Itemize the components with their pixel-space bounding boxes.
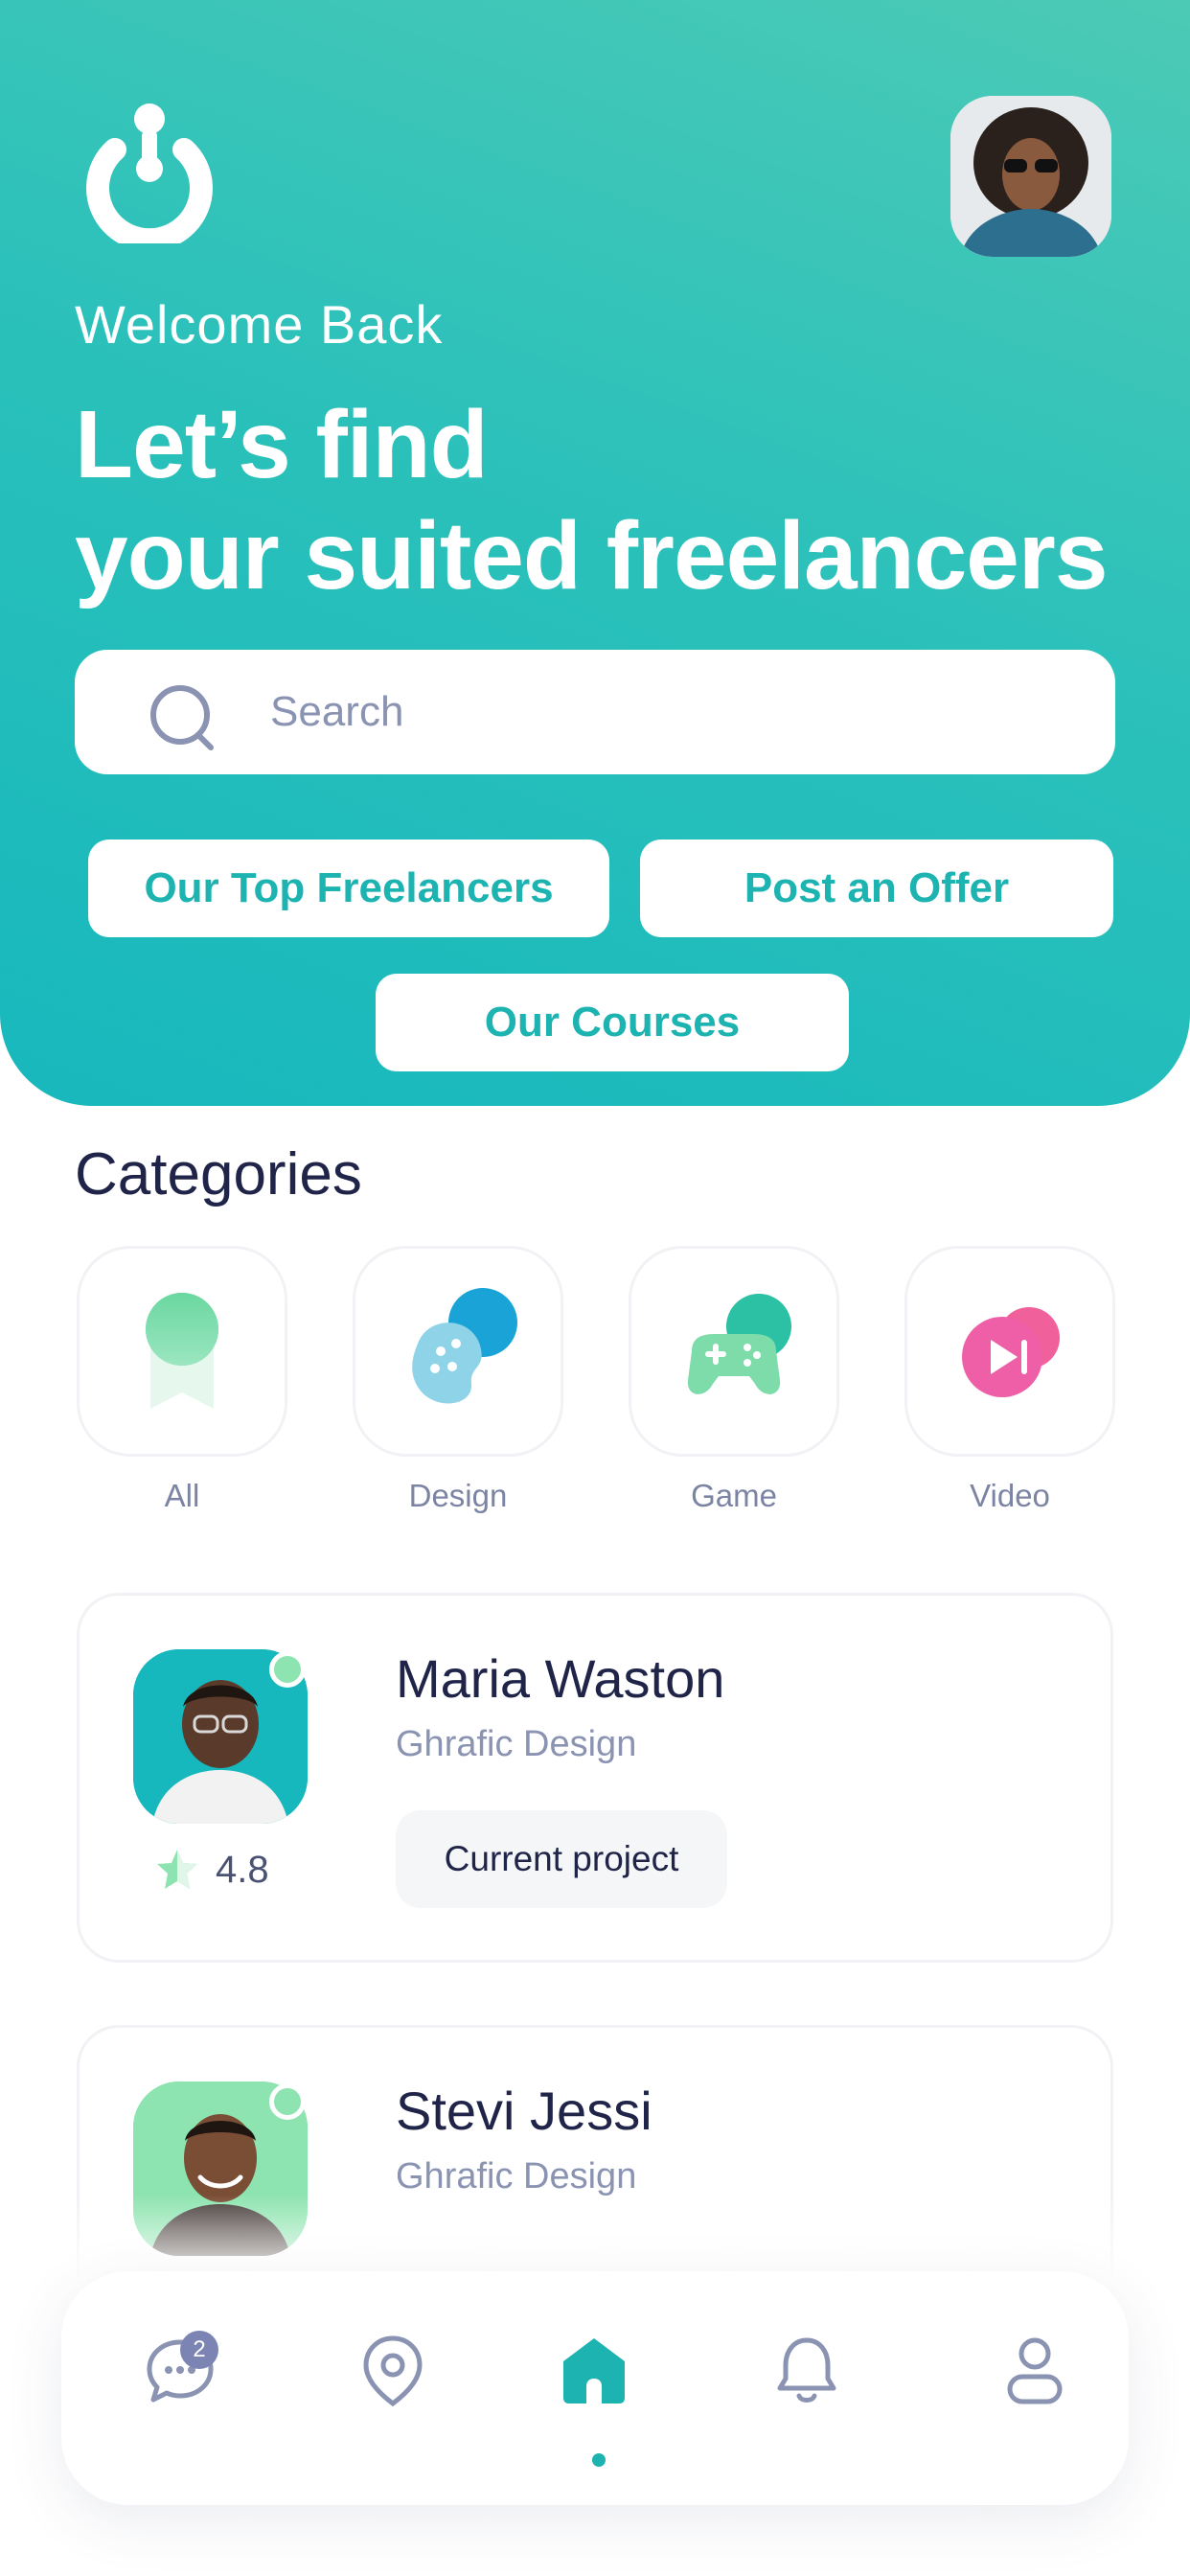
category-game-tile[interactable] (629, 1246, 839, 1457)
video-play-icon (962, 1307, 1060, 1397)
category-video[interactable]: Video (904, 1246, 1115, 1514)
online-status-dot (269, 1651, 306, 1688)
category-all-tile[interactable] (77, 1246, 287, 1457)
location-pin-icon (363, 2335, 423, 2407)
top-freelancers-button[interactable]: Our Top Freelancers (88, 840, 609, 937)
our-courses-button[interactable]: Our Courses (376, 974, 849, 1071)
freelancer-role: Ghrafic Design (396, 2156, 637, 2196)
search-input[interactable] (270, 678, 1056, 746)
power-logo-icon (86, 104, 213, 243)
freelancer-card[interactable]: 4.8 Maria Waston Ghrafic Design Current … (77, 1593, 1113, 1963)
badge-icon (146, 1293, 218, 1409)
page-headline: Let’s find your suited freelancers (75, 389, 1157, 611)
palette-icon (412, 1288, 517, 1404)
bell-icon (777, 2337, 836, 2403)
active-tab-indicator (592, 2453, 606, 2467)
gamepad-icon (687, 1294, 791, 1394)
category-label: Video (970, 1478, 1050, 1513)
tab-home[interactable] (546, 2334, 642, 2440)
user-icon (1007, 2337, 1063, 2404)
online-status-dot (269, 2083, 306, 2120)
category-label: Design (408, 1478, 508, 1513)
profile-photo (950, 96, 1111, 257)
welcome-text: Welcome Back (75, 294, 444, 355)
freelancer-name: Maria Waston (396, 1648, 725, 1709)
categories-title: Categories (75, 1141, 362, 1208)
category-label: Game (691, 1478, 777, 1513)
headline-line-1: Let’s find (75, 391, 489, 498)
rating: 4.8 (154, 1847, 269, 1893)
rating-value: 4.8 (216, 1848, 269, 1891)
category-label: All (164, 1478, 200, 1513)
current-project-button[interactable]: Current project (396, 1810, 727, 1908)
category-all[interactable]: All (77, 1246, 287, 1514)
hero-header: Welcome Back Let’s find your suited free… (0, 0, 1190, 1106)
tab-profile[interactable] (987, 2334, 1083, 2440)
messages-badge: 2 (180, 2331, 218, 2369)
category-game[interactable]: Game (629, 1246, 839, 1514)
category-design-tile[interactable] (353, 1246, 563, 1457)
profile-avatar[interactable] (950, 96, 1111, 257)
headline-line-2: your suited freelancers (75, 502, 1108, 610)
home-icon (563, 2338, 625, 2404)
freelancer-name: Stevi Jessi (396, 2081, 652, 2141)
tab-location[interactable] (345, 2334, 441, 2440)
search-icon (150, 685, 214, 750)
post-offer-button[interactable]: Post an Offer (640, 840, 1113, 937)
category-video-tile[interactable] (904, 1246, 1115, 1457)
tab-notifications[interactable] (759, 2334, 855, 2440)
bottom-tab-bar: 2 (61, 2271, 1129, 2505)
freelancer-role: Ghrafic Design (396, 1724, 637, 1764)
search-bar[interactable] (75, 650, 1115, 774)
star-icon (157, 1850, 197, 1889)
category-design[interactable]: Design (353, 1246, 563, 1514)
